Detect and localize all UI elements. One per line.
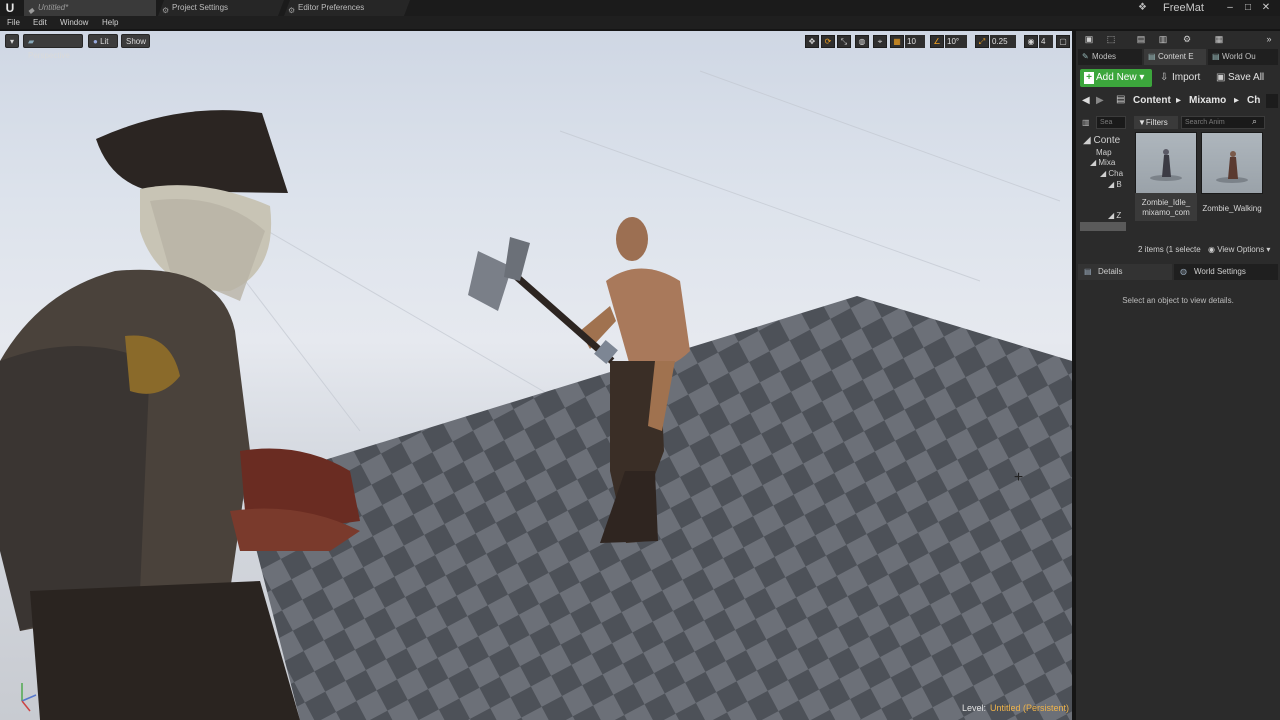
save-all-button[interactable]: ▣ Save All	[1214, 69, 1278, 87]
search-icon: ⌕	[1252, 116, 1258, 126]
breadcrumb-ch[interactable]: Ch	[1247, 94, 1260, 108]
save-all-icon: ▣	[1216, 72, 1226, 83]
asset-tile-zombie-walking[interactable]	[1201, 132, 1263, 194]
minimize-icon[interactable]: –	[1222, 0, 1238, 16]
add-icon: +	[1084, 72, 1094, 84]
grid-snap-icon[interactable]: ▦	[890, 35, 904, 48]
unreal-logo-icon[interactable]: U	[3, 1, 17, 15]
camera-speed-icon[interactable]: ◉	[1024, 35, 1038, 48]
perspective-icon: ▰	[28, 37, 35, 46]
perspective-button[interactable]: ▰ Perspective	[23, 34, 83, 60]
sphere-icon: ●	[93, 37, 101, 46]
chevron-down-icon: ▾	[1264, 245, 1271, 254]
asset-label-zombie-walking: Zombie_Walking	[1202, 204, 1262, 213]
tree-item-mixamo[interactable]: ◢ Mixa	[1090, 158, 1115, 168]
rotation-snap-value[interactable]: 10°	[945, 35, 967, 48]
chevron-down-icon: ▾	[9, 37, 14, 46]
tree-search-input[interactable]: Sea	[1096, 116, 1126, 129]
lit-button[interactable]: ● Lit	[88, 34, 118, 48]
globe-icon: ◍	[1180, 267, 1187, 276]
source-control-icon[interactable]: ⬚	[1104, 33, 1118, 45]
grid-snap-value[interactable]: 10	[905, 35, 925, 48]
breadcrumb-content[interactable]: Content	[1133, 94, 1171, 108]
rotate-icon[interactable]: ⟳	[821, 35, 835, 48]
maximize-icon[interactable]: □	[1240, 0, 1256, 16]
tab-editor-preferences[interactable]: ⚙ Editor Preferences	[284, 0, 410, 16]
scale-icon[interactable]: ⤡	[837, 35, 851, 48]
marketplace-icon[interactable]: ▥	[1156, 33, 1170, 45]
viewport-options-button[interactable]: ▾	[5, 34, 19, 48]
save-icon[interactable]: ▣	[1082, 33, 1096, 45]
import-icon: ⇩	[1160, 72, 1169, 83]
add-new-button[interactable]: + Add New ▾	[1080, 69, 1152, 87]
eye-icon: ◉	[1208, 245, 1218, 254]
world-outliner-icon: ▤	[1212, 52, 1220, 61]
menu-file[interactable]: File	[7, 16, 20, 29]
rotation-snap-icon[interactable]: ∠	[930, 35, 944, 48]
menu-edit[interactable]: Edit	[33, 16, 47, 29]
scene-render	[0, 70, 1072, 720]
breadcrumb-separator-icon: ▸	[1176, 95, 1182, 106]
tab-content-browser[interactable]: ▤ Content E	[1144, 49, 1206, 65]
forward-arrow-icon[interactable]: ▶	[1096, 95, 1104, 106]
tab-untitled[interactable]: ◆ Untitled*	[24, 0, 156, 16]
animation-thumbnail	[1150, 149, 1182, 181]
back-arrow-icon[interactable]: ◀	[1082, 95, 1090, 106]
surface-snap-icon[interactable]: ⌖	[873, 35, 887, 48]
feedback-icon[interactable]: ❖	[1138, 2, 1147, 13]
translate-icon[interactable]: ✥	[805, 35, 819, 48]
item-count-status: 2 items (1 selecte	[1138, 245, 1201, 254]
view-options-button[interactable]: ◉ View Options ▾	[1208, 245, 1270, 254]
breadcrumb-separator-icon: ▸	[1234, 95, 1240, 106]
blueprints-icon[interactable]: ▦	[1212, 33, 1226, 45]
import-button[interactable]: ⇩ Import	[1158, 69, 1208, 87]
path-scroll-button[interactable]	[1266, 94, 1278, 108]
menu-bar	[0, 16, 1280, 29]
world-space-icon[interactable]: ◍	[855, 35, 869, 48]
asset-label-zombie-idle: Zombie_Idle_ mixamo_com	[1141, 198, 1191, 217]
animation-thumbnail	[1216, 151, 1248, 183]
tree-item-maps[interactable]: Map	[1096, 148, 1112, 158]
breadcrumb-mixamo[interactable]: Mixamo	[1189, 94, 1226, 108]
filters-button[interactable]: ▼Filters	[1134, 116, 1178, 129]
menu-help[interactable]: Help	[102, 16, 118, 29]
filter-icon: ▼	[1138, 118, 1146, 127]
show-button[interactable]: Show	[121, 34, 150, 48]
scale-snap-icon[interactable]: ⤢	[975, 35, 989, 48]
tree-selected-row[interactable]	[1080, 222, 1126, 231]
folder-icon: ▤	[1116, 94, 1126, 105]
content-icon[interactable]: ▤	[1134, 33, 1148, 45]
settings-icon[interactable]: ⚙	[1180, 33, 1194, 45]
project-name: FreeMat	[1163, 2, 1204, 14]
tab-modes[interactable]: ✎ Modes	[1078, 49, 1142, 65]
tree-item-b[interactable]: ◢ B	[1108, 180, 1122, 190]
axis-gizmo	[21, 683, 37, 712]
tab-world-settings[interactable]: ◍ World Settings	[1174, 264, 1278, 280]
scale-snap-value[interactable]: 0.25	[990, 35, 1016, 48]
chevron-down-icon: ▾	[1136, 72, 1145, 83]
level-viewport[interactable]	[0, 31, 1072, 720]
details-empty-message: Select an object to view details.	[1122, 296, 1234, 305]
content-browser-icon: ▤	[1148, 52, 1156, 61]
sources-toggle-icon[interactable]: ▥	[1082, 118, 1090, 127]
modes-icon: ✎	[1082, 52, 1089, 61]
tree-item-z[interactable]: ◢ Z	[1108, 211, 1121, 221]
level-name: Untitled (Persistent)	[990, 703, 1070, 713]
tab-project-settings[interactable]: ⚙ Project Settings	[158, 0, 284, 16]
camera-speed-value[interactable]: 4	[1039, 35, 1053, 48]
details-icon: ▤	[1084, 267, 1092, 276]
menu-window[interactable]: Window	[60, 16, 88, 29]
close-icon[interactable]: ✕	[1258, 0, 1274, 16]
level-label: Level:	[962, 703, 987, 713]
tab-world-outliner[interactable]: ▤ World Ou	[1208, 49, 1278, 65]
maximize-viewport-icon[interactable]: ▢	[1056, 35, 1070, 48]
asset-tile-zombie-idle[interactable]	[1135, 132, 1197, 194]
tree-item-characters[interactable]: ◢ Cha	[1100, 169, 1123, 179]
crosshair-cursor-icon: +	[1013, 469, 1024, 486]
tree-item-content[interactable]: ◢ Conte	[1083, 136, 1120, 146]
more-icon[interactable]: »	[1262, 33, 1276, 45]
tab-details[interactable]: ▤ Details	[1078, 264, 1172, 280]
